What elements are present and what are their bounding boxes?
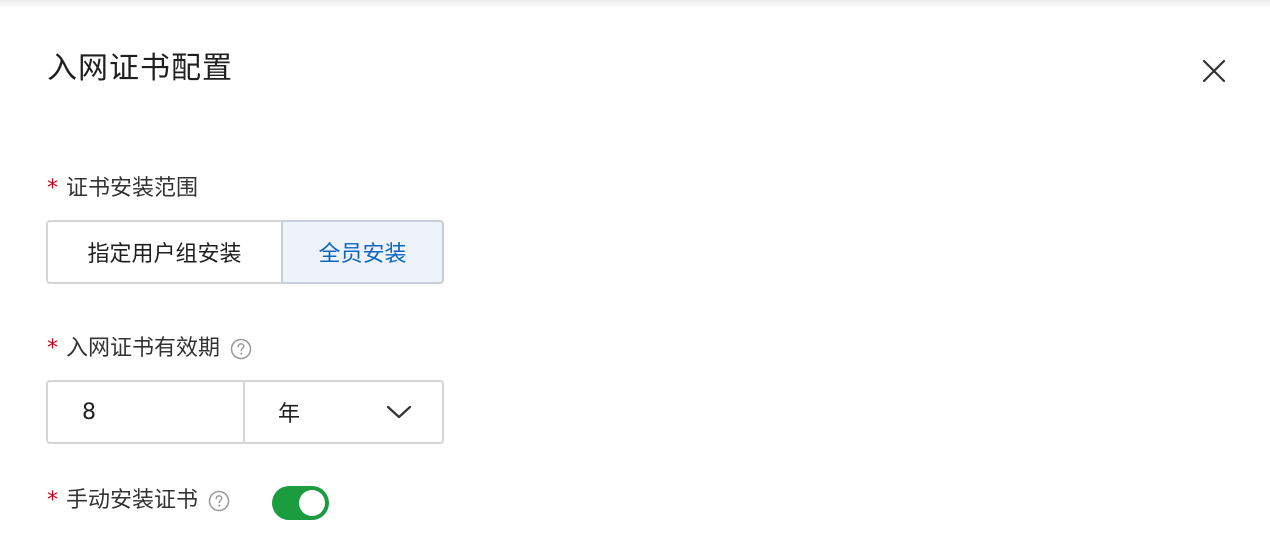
required-mark: * <box>47 488 58 513</box>
toggle-knob <box>299 490 325 516</box>
dialog-title: 入网证书配置 <box>47 51 233 86</box>
scope-option-user-group[interactable]: 指定用户组安装 <box>46 220 281 284</box>
validity-unit-select[interactable]: 年 <box>245 380 444 444</box>
required-mark: * <box>47 176 58 201</box>
validity-label: 入网证书有效期 <box>66 336 221 361</box>
validity-number-value: 8 <box>82 399 96 425</box>
validity-label-row: * 入网证书有效期 <box>47 334 252 364</box>
manual-install-toggle[interactable] <box>272 486 329 520</box>
help-circle-icon[interactable] <box>230 338 252 360</box>
scope-label-row: * 证书安装范围 <box>47 174 198 204</box>
close-button[interactable] <box>1196 53 1232 89</box>
chevron-down-icon <box>386 405 412 419</box>
manual-install-label-row: * 手动安装证书 <box>47 486 230 516</box>
validity-period-control: 8 年 <box>46 380 444 444</box>
validity-unit-value: 年 <box>278 402 301 427</box>
close-icon <box>1202 59 1226 83</box>
manual-install-label: 手动安装证书 <box>66 488 199 513</box>
scope-segmented-control: 指定用户组安装 全员安装 <box>46 220 444 284</box>
validity-number-input[interactable]: 8 <box>46 380 245 444</box>
help-circle-icon[interactable] <box>208 490 230 512</box>
scope-label: 证书安装范围 <box>66 176 199 201</box>
certificate-config-dialog: 入网证书配置 * 证书安装范围 指定用户组安装 全员安装 * 入网证书有效期 8 <box>0 0 1270 558</box>
top-shadow <box>0 0 1270 8</box>
required-mark: * <box>47 336 58 361</box>
scope-option-all-members[interactable]: 全员安装 <box>281 220 444 284</box>
